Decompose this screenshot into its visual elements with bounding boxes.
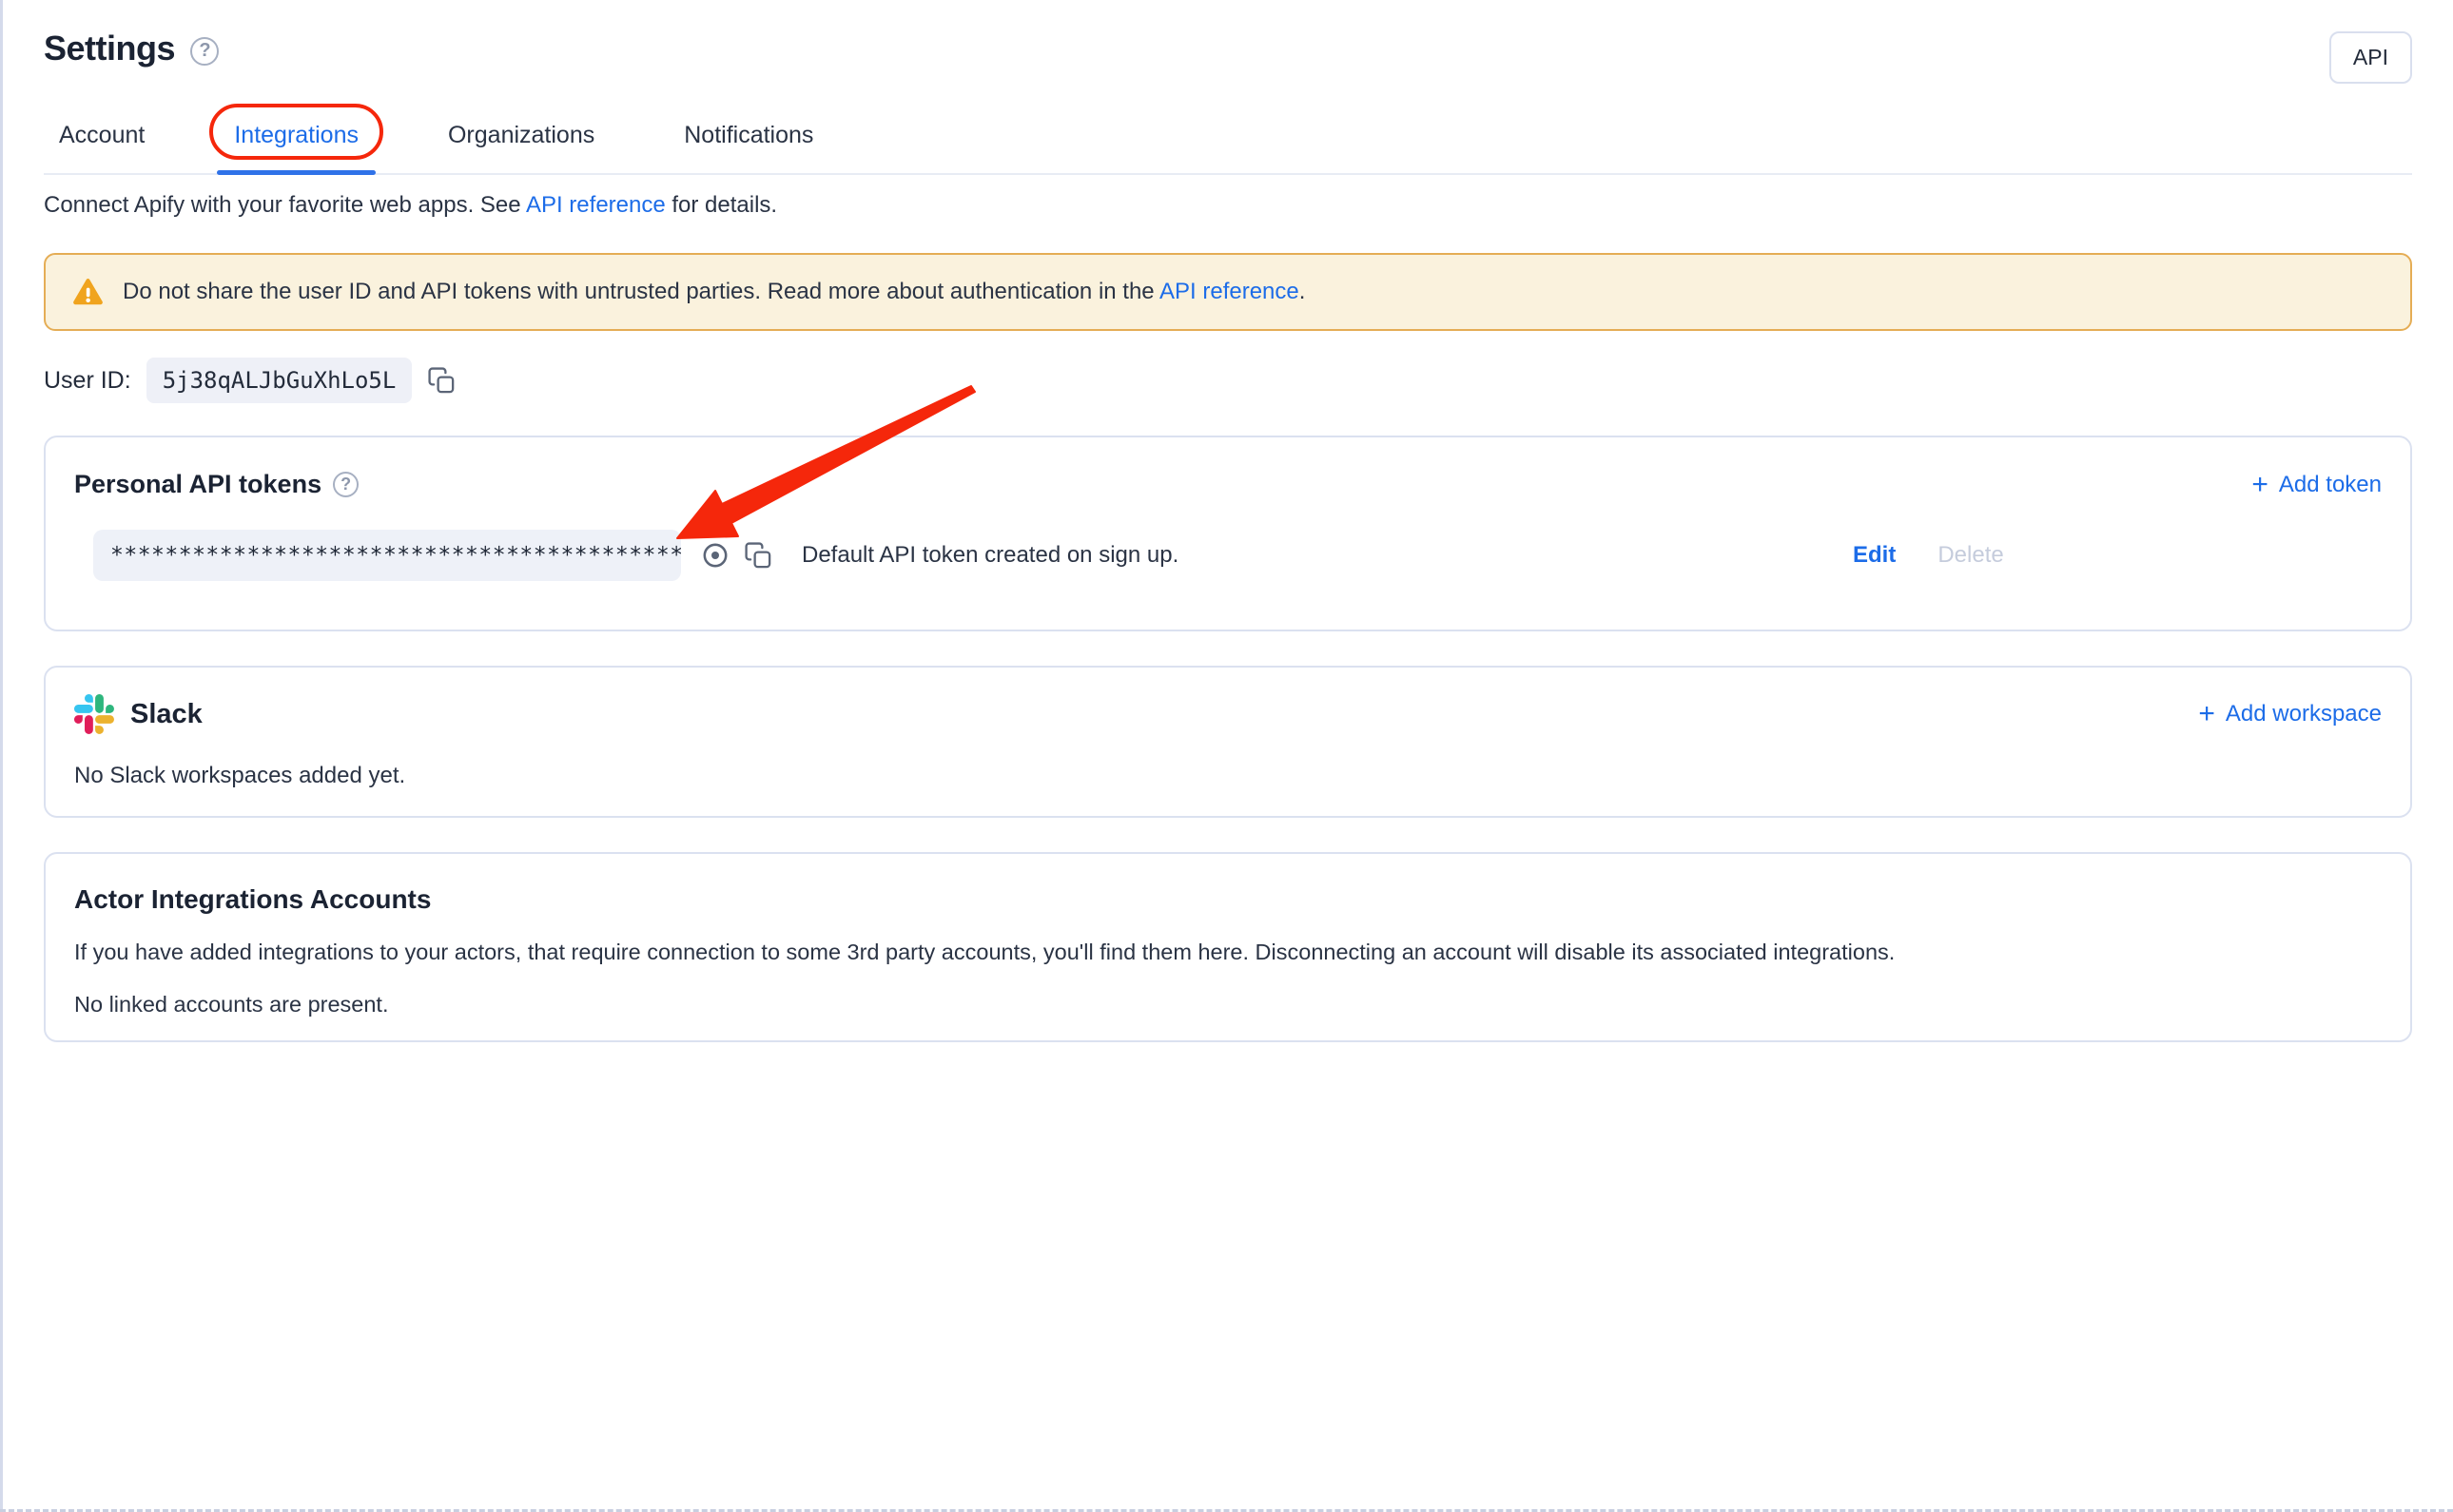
delete-token-link: Delete <box>1937 542 2003 569</box>
slack-icon <box>74 694 114 734</box>
tab-account-label: Account <box>59 122 145 148</box>
page-title: Settings <box>44 29 175 68</box>
actor-empty-text: No linked accounts are present. <box>74 992 2382 1018</box>
add-token-button[interactable]: + Add token <box>2251 471 2382 499</box>
settings-help-icon[interactable]: ? <box>190 37 219 66</box>
intro-text-before: Connect Apify with your favorite web app… <box>44 192 526 218</box>
user-id-row: User ID: 5j38qALJbGuXhLo5L <box>44 356 457 405</box>
plus-icon: + <box>2198 700 2215 728</box>
settings-page: Settings ? API Account Integrations Orga… <box>0 0 2453 1512</box>
tab-integrations[interactable]: Integrations <box>219 107 374 173</box>
user-id-label: User ID: <box>44 367 131 395</box>
add-workspace-button[interactable]: + Add workspace <box>2198 700 2382 728</box>
warning-api-reference-link[interactable]: API reference <box>1159 279 1299 304</box>
api-token-masked-input[interactable]: ****************************************… <box>93 530 681 581</box>
intro-api-reference-link[interactable]: API reference <box>526 192 666 218</box>
token-actions: Edit Delete <box>1853 542 2382 569</box>
tab-organizations-label: Organizations <box>448 122 594 148</box>
tokens-help-icon[interactable]: ? <box>333 472 359 497</box>
actor-card-description: If you have added integrations to your a… <box>74 940 2382 965</box>
slack-card: Slack + Add workspace No Slack workspace… <box>44 666 2412 818</box>
warning-text-after: . <box>1299 279 1306 304</box>
intro-text-after: for details. <box>666 192 777 218</box>
tokens-card-header: Personal API tokens ? + Add token <box>74 470 2382 499</box>
copy-token-button[interactable] <box>744 541 773 571</box>
tab-integrations-label: Integrations <box>234 122 359 148</box>
tokens-card-title: Personal API tokens <box>74 470 321 499</box>
actor-integrations-card: Actor Integrations Accounts If you have … <box>44 852 2412 1042</box>
tab-account[interactable]: Account <box>44 107 160 173</box>
api-button[interactable]: API <box>2329 31 2412 84</box>
tab-organizations[interactable]: Organizations <box>433 107 610 173</box>
copy-user-id-button[interactable] <box>427 366 457 396</box>
plus-icon: + <box>2251 471 2268 499</box>
tab-notifications-label: Notifications <box>684 122 813 148</box>
user-id-value: 5j38qALJbGuXhLo5L <box>146 358 413 403</box>
left-edge-divider <box>0 0 3 1512</box>
eye-icon <box>700 540 730 571</box>
warning-banner: Do not share the user ID and API tokens … <box>44 253 2412 331</box>
settings-tabs: Account Integrations Organizations Notif… <box>44 107 2412 175</box>
edit-token-link[interactable]: Edit <box>1853 542 1896 569</box>
slack-card-title: Slack <box>130 699 203 730</box>
token-row: ****************************************… <box>93 530 2382 581</box>
active-tab-underline <box>217 170 376 175</box>
actor-card-title: Actor Integrations Accounts <box>74 884 2382 915</box>
tab-notifications[interactable]: Notifications <box>669 107 828 173</box>
view-token-button[interactable] <box>700 540 730 571</box>
personal-api-tokens-card: Personal API tokens ? + Add token ******… <box>44 436 2412 631</box>
warning-text: Do not share the user ID and API tokens … <box>123 279 1305 305</box>
slack-card-header: Slack + Add workspace <box>74 694 2382 734</box>
copy-icon <box>427 366 457 396</box>
warning-text-before: Do not share the user ID and API tokens … <box>123 279 1159 304</box>
add-token-label: Add token <box>2279 472 2382 498</box>
warning-icon <box>70 275 106 310</box>
add-workspace-label: Add workspace <box>2226 701 2382 727</box>
page-header: Settings ? API <box>44 29 2412 86</box>
slack-empty-text: No Slack workspaces added yet. <box>74 763 2382 789</box>
token-description: Default API token created on sign up. <box>802 542 1853 569</box>
intro-text: Connect Apify with your favorite web app… <box>44 192 777 219</box>
copy-icon <box>744 541 773 571</box>
